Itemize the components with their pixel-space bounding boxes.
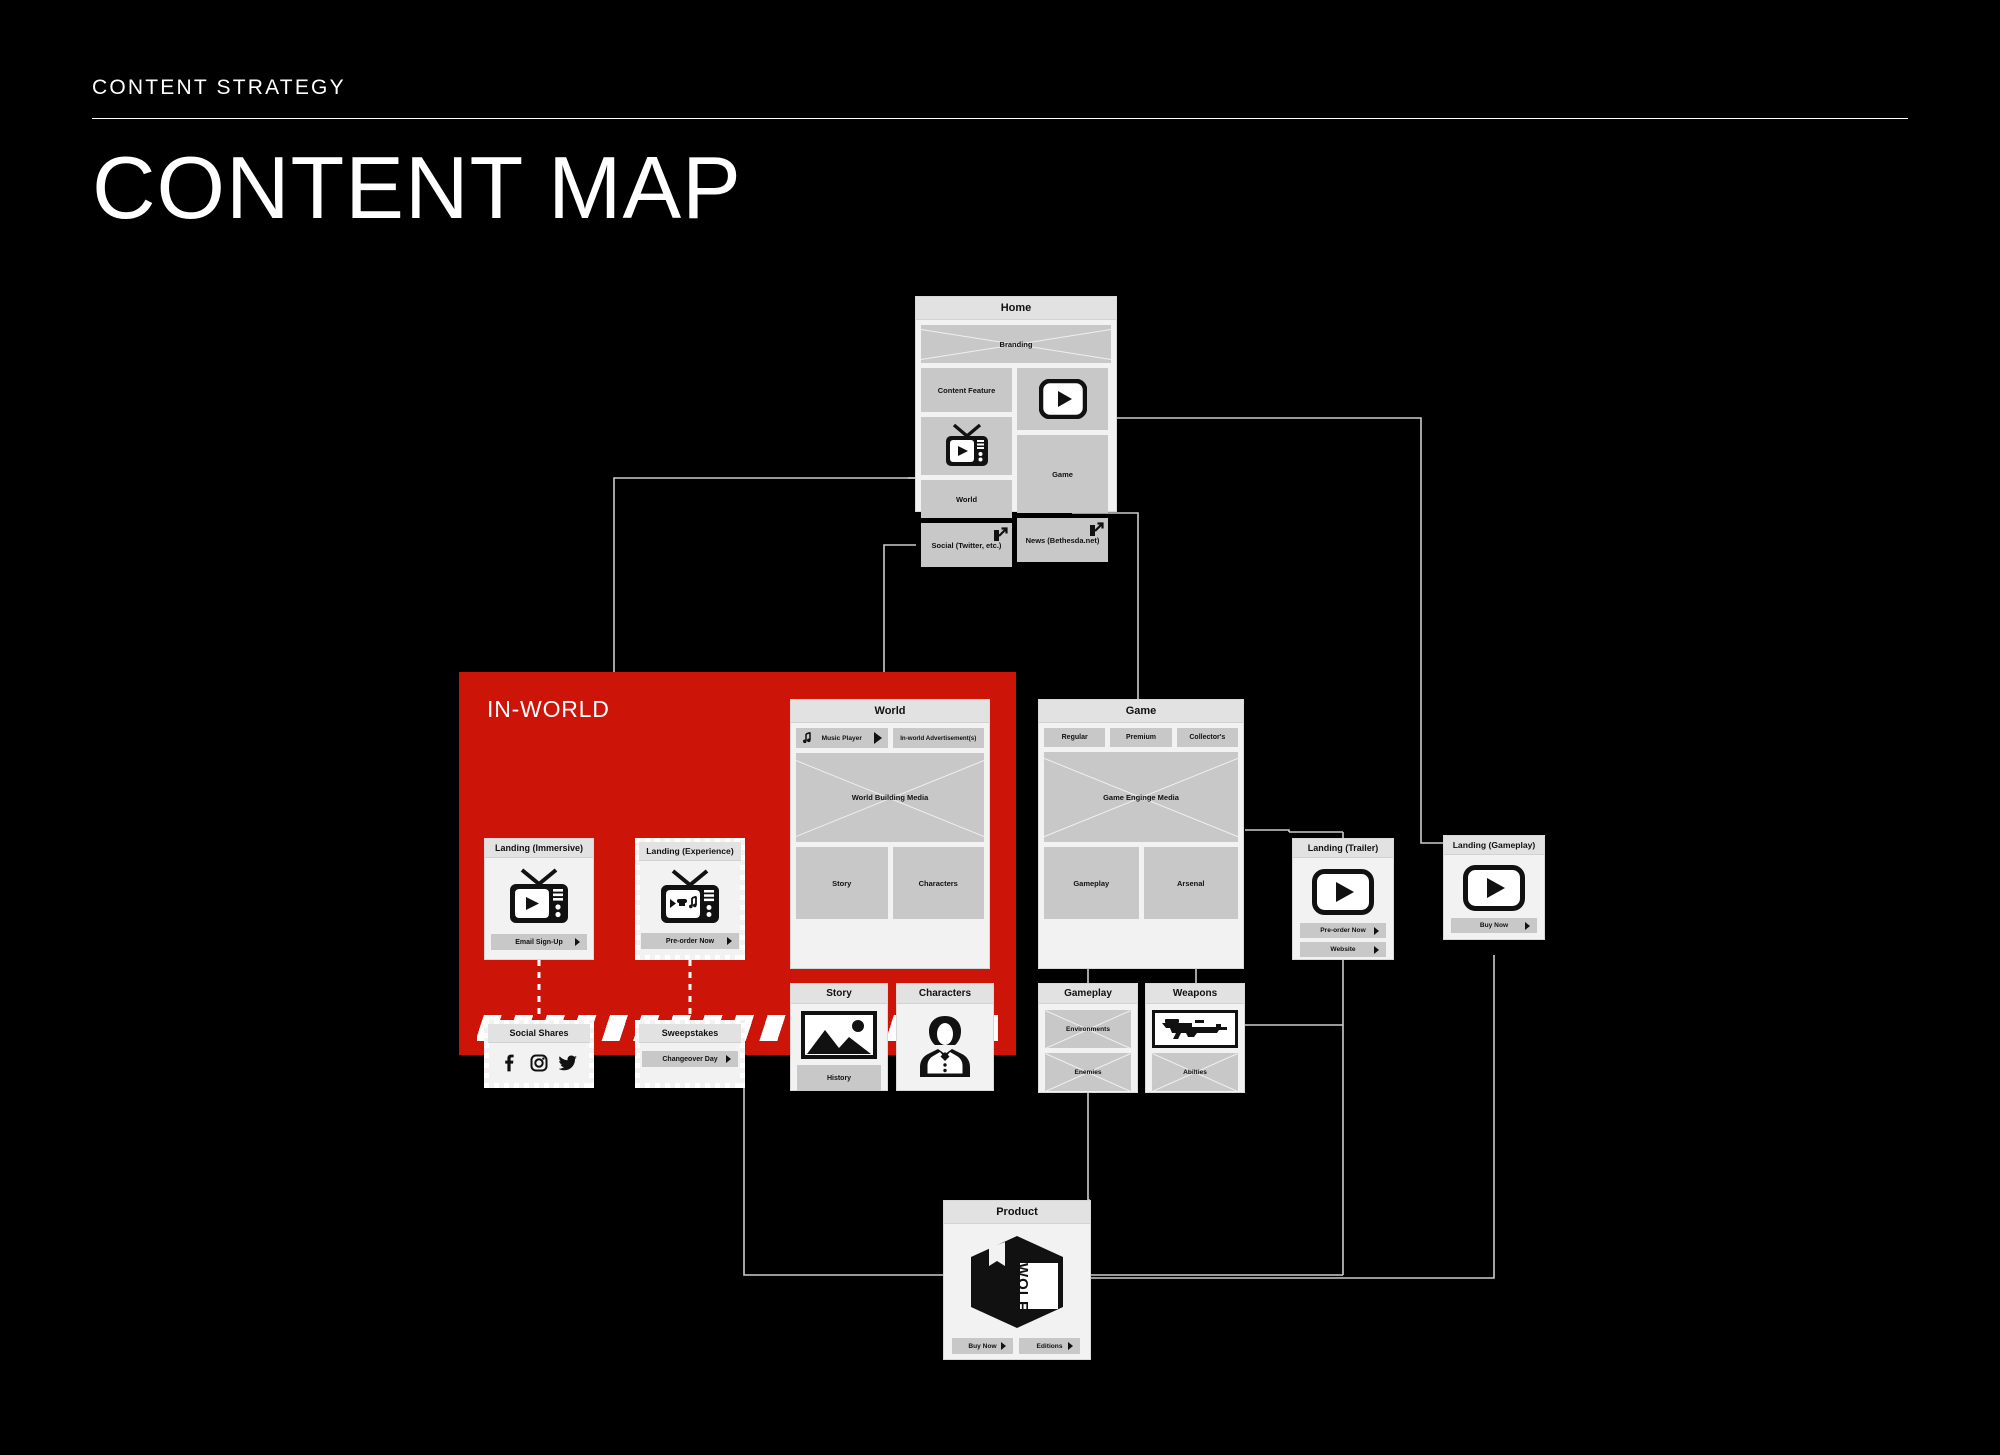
tile-video-play[interactable] xyxy=(1017,368,1108,430)
preorder-now-button[interactable]: Pre-order Now xyxy=(641,933,739,949)
caret-right-icon xyxy=(1374,926,1379,935)
caret-right-icon xyxy=(726,1055,731,1063)
card-world[interactable]: World Music Player In-world Advertisemen… xyxy=(790,699,990,969)
card-landing-experience-title: Landing (Experience) xyxy=(639,842,741,861)
card-game-title: Game xyxy=(1039,700,1243,723)
tv-play-icon xyxy=(941,423,993,469)
card-home-title: Home xyxy=(916,297,1116,320)
external-link-icon xyxy=(993,527,1008,542)
card-product[interactable]: Product WOLF Buy Now Editions xyxy=(943,1200,1091,1360)
card-home[interactable]: Home Branding Content Feature World Soci… xyxy=(915,296,1117,567)
play-button-icon xyxy=(1038,379,1087,419)
tile-abilities[interactable]: Abilties xyxy=(1152,1053,1238,1091)
in-world-advertisement-button[interactable]: In-world Advertisement(s) xyxy=(892,728,984,748)
card-landing-experience[interactable]: Landing (Experience) Pre-order Now xyxy=(635,838,745,960)
tile-weapon-media[interactable] xyxy=(1152,1010,1238,1048)
tile-social[interactable]: Social (Twitter, etc.) xyxy=(921,523,1012,567)
tile-world[interactable]: World xyxy=(921,480,1012,518)
card-sweepstakes-title: Sweepstakes xyxy=(639,1024,741,1043)
play-button-icon xyxy=(1312,869,1374,915)
card-characters-title: Characters xyxy=(897,984,993,1004)
product-editions-button[interactable]: Editions xyxy=(1019,1338,1080,1354)
card-landing-immersive[interactable]: Landing (Immersive) Email Sign-Up xyxy=(484,838,594,960)
tile-news[interactable]: News (Bethesda.net) xyxy=(1017,518,1108,562)
edition-premium-button[interactable]: Premium xyxy=(1110,728,1172,747)
tile-game-gameplay[interactable]: Gameplay xyxy=(1044,847,1139,919)
product-brand-label: WOLF xyxy=(1014,1263,1031,1312)
in-world-label: IN-WORLD xyxy=(487,696,610,722)
music-player-button[interactable]: Music Player xyxy=(796,728,888,748)
caret-right-icon xyxy=(727,937,732,945)
caret-right-icon xyxy=(575,938,580,946)
card-landing-gameplay-title: Landing (Gameplay) xyxy=(1444,836,1544,855)
tile-world-characters[interactable]: Characters xyxy=(892,847,984,919)
facebook-icon[interactable] xyxy=(500,1054,518,1072)
card-sweepstakes[interactable]: Sweepstakes Changeover Day xyxy=(635,1020,745,1088)
card-characters[interactable]: Characters xyxy=(896,983,994,1091)
tile-tv-media[interactable] xyxy=(921,417,1012,475)
tv-play-puzzle-music-icon xyxy=(655,869,725,927)
tile-enemies[interactable]: Enemies xyxy=(1045,1053,1131,1091)
card-landing-immersive-title: Landing (Immersive) xyxy=(485,839,593,858)
card-gameplay-title: Gameplay xyxy=(1039,984,1137,1004)
gameplay-buynow-button[interactable]: Buy Now xyxy=(1451,918,1537,933)
caret-right-icon xyxy=(1068,1342,1073,1350)
rifle-icon xyxy=(1159,1016,1231,1042)
card-world-title: World xyxy=(791,700,989,723)
tile-environments[interactable]: Environments xyxy=(1045,1010,1131,1048)
card-landing-trailer-title: Landing (Trailer) xyxy=(1293,839,1393,858)
trailer-website-button[interactable]: Website xyxy=(1300,942,1386,957)
card-game[interactable]: Game Regular Premium Collector's Game En… xyxy=(1038,699,1244,969)
edition-regular-button[interactable]: Regular xyxy=(1044,728,1106,747)
image-placeholder-icon xyxy=(801,1011,877,1059)
dashed-connectors xyxy=(537,960,692,1020)
caret-right-icon xyxy=(1374,945,1379,954)
box-package-icon: WOLF xyxy=(965,1233,1069,1331)
card-landing-trailer[interactable]: Landing (Trailer) Pre-order Now Website xyxy=(1292,838,1394,960)
tile-branding[interactable]: Branding xyxy=(921,325,1111,363)
external-link-icon xyxy=(1089,522,1104,537)
tile-game-engine-media[interactable]: Game Enginge Media xyxy=(1044,752,1238,842)
card-social-shares-title: Social Shares xyxy=(488,1024,590,1043)
trailer-preorder-button[interactable]: Pre-order Now xyxy=(1300,923,1386,938)
card-landing-gameplay[interactable]: Landing (Gameplay) Buy Now xyxy=(1443,835,1545,940)
card-story[interactable]: Story History xyxy=(790,983,888,1091)
tile-world-story[interactable]: Story xyxy=(796,847,888,919)
card-gameplay[interactable]: Gameplay Environments Enemies xyxy=(1038,983,1138,1093)
edition-collectors-button[interactable]: Collector's xyxy=(1176,728,1238,747)
changeover-day-button[interactable]: Changeover Day xyxy=(642,1051,738,1067)
person-portrait-icon xyxy=(914,1012,976,1080)
card-story-title: Story xyxy=(791,984,887,1004)
email-signup-button[interactable]: Email Sign-Up xyxy=(491,934,587,950)
card-weapons[interactable]: Weapons Abilties xyxy=(1145,983,1245,1093)
caret-right-icon xyxy=(1001,1342,1006,1350)
play-icon xyxy=(873,732,882,744)
tile-content-feature[interactable]: Content Feature xyxy=(921,368,1012,412)
caret-right-icon xyxy=(1525,921,1530,930)
twitter-icon[interactable] xyxy=(558,1054,578,1072)
product-buynow-button[interactable]: Buy Now xyxy=(952,1338,1013,1354)
card-social-shares[interactable]: Social Shares xyxy=(484,1020,594,1088)
tile-game[interactable]: Game xyxy=(1017,435,1108,513)
play-button-icon xyxy=(1463,865,1525,911)
tile-game-arsenal[interactable]: Arsenal xyxy=(1143,847,1238,919)
history-button[interactable]: History xyxy=(797,1065,881,1091)
music-note-icon xyxy=(802,732,813,744)
tile-world-building-media[interactable]: World Building Media xyxy=(796,753,984,842)
instagram-icon[interactable] xyxy=(530,1054,548,1072)
content-map-canvas: IN-WORLD Home Branding Content Feature W… xyxy=(0,0,2000,1455)
card-weapons-title: Weapons xyxy=(1146,984,1244,1004)
tv-play-icon xyxy=(504,867,574,927)
card-product-title: Product xyxy=(944,1201,1090,1224)
